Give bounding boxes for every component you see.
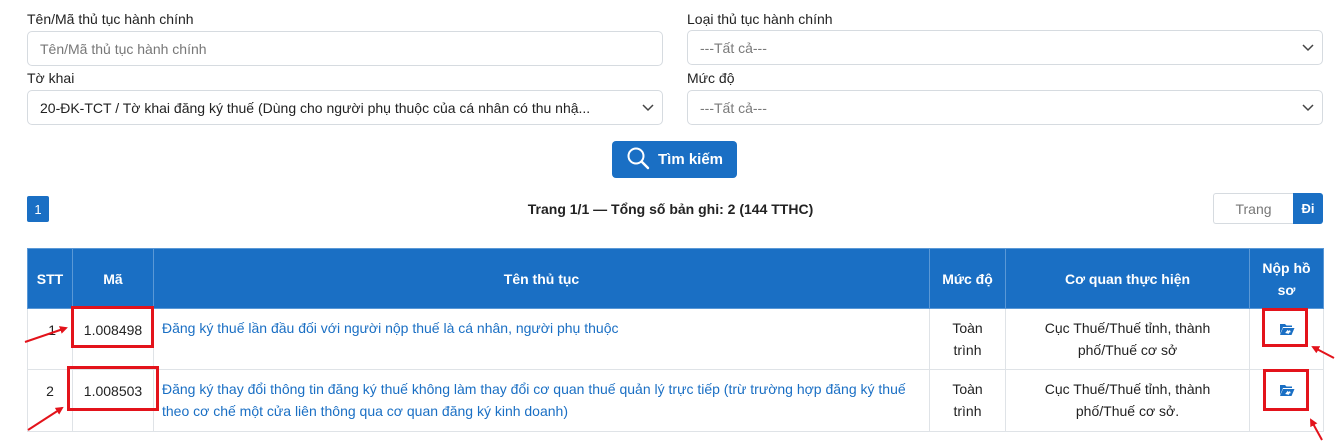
arrow-code-2	[27, 406, 64, 431]
arrow-code-1	[24, 326, 68, 343]
arrow-submit-1	[1311, 346, 1335, 359]
annotation-arrows	[24, 326, 1335, 441]
arrow-submit-2	[1310, 418, 1323, 441]
